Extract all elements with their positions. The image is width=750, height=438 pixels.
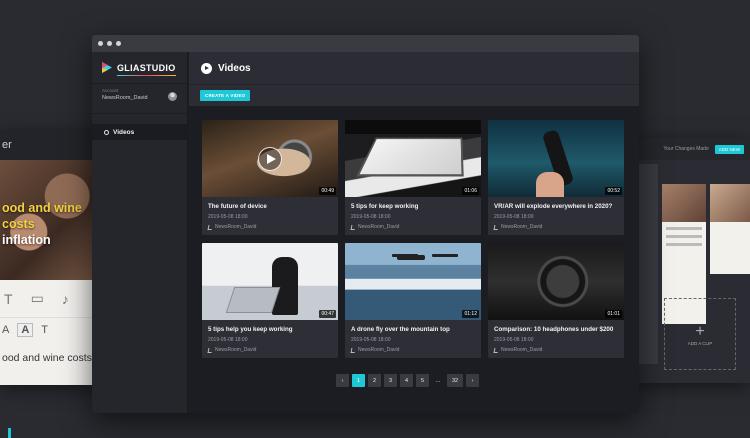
logo[interactable]: GLIASTUDIO <box>92 52 187 84</box>
background-add-clip: + ADD A CLIP <box>664 298 736 370</box>
window-dot-close[interactable] <box>98 41 103 46</box>
background-editor-format-bar: A A T <box>0 318 96 342</box>
video-author: NewsRoom_David <box>207 347 332 353</box>
video-date: 2019-05-08 18:00 <box>351 337 391 343</box>
video-thumbnail[interactable]: 00:52 <box>488 120 624 197</box>
pagination: ‹ 1 2 3 4 5 ... 32 › <box>336 374 479 387</box>
create-video-button[interactable]: CREATE A VIDEO <box>200 90 251 101</box>
video-title[interactable]: VR/AR will explode everywhere in 2020? <box>494 203 618 210</box>
background-storyboard-bar: Your Changes Made ADD NEW <box>634 138 750 160</box>
video-author: NewsRoom_David <box>350 224 475 230</box>
play-button-icon[interactable] <box>258 147 282 171</box>
video-thumbnail[interactable]: 01:12 <box>345 243 481 320</box>
video-thumbnail[interactable]: 00:49 <box>202 120 338 197</box>
video-card[interactable]: 00:47 5 tips help you keep working 2019-… <box>202 243 338 358</box>
pagination-next-button[interactable]: › <box>466 374 479 387</box>
video-date: 2019-05-08 18:00 <box>351 214 391 220</box>
account-name: NewsRoom_David <box>102 95 148 101</box>
video-title[interactable]: A drone fly over the mountain top <box>351 326 475 333</box>
background-storyboard-card <box>710 184 750 274</box>
pagination-page-4[interactable]: 4 <box>400 374 413 387</box>
background-editor-image: ood and wine costs inflation <box>0 160 96 280</box>
pagination-page-5[interactable]: 5 <box>416 374 429 387</box>
video-thumbnail[interactable]: 00:47 <box>202 243 338 320</box>
eye-icon <box>104 129 109 135</box>
background-add-new-button: ADD NEW <box>714 144 744 154</box>
video-duration: 00:52 <box>605 187 622 195</box>
video-title[interactable]: Comparison: 10 headphones under $200 <box>494 326 618 333</box>
video-thumbnail[interactable]: 01:01 <box>488 243 624 320</box>
video-date: 2019-05-08 18:00 <box>494 214 534 220</box>
window-titlebar <box>92 35 639 52</box>
font-size-small-icon: A <box>17 323 34 337</box>
background-editor-headline: ood and wine costs inflation <box>2 201 82 247</box>
background-editor-title: er <box>2 139 12 151</box>
pagination-page-2[interactable]: 2 <box>368 374 381 387</box>
video-duration: 00:49 <box>319 187 336 195</box>
avatar[interactable] <box>168 92 177 101</box>
text-tool-icon: T <box>4 290 13 307</box>
video-duration: 01:01 <box>605 310 622 318</box>
gliastudio-logo-icon <box>102 62 112 73</box>
sidebar: GLIASTUDIO Account NewsRoom_David Videos <box>92 52 188 413</box>
pagination-page-last[interactable]: 32 <box>447 374 463 387</box>
window-dot-maximize[interactable] <box>116 41 121 46</box>
account-label: Account <box>102 88 119 93</box>
author-icon <box>207 347 213 353</box>
main-panel: Videos CREATE A VIDEO 00:49 The future o… <box>189 52 639 413</box>
background-editor-toolbar: T ▭ ♪ <box>0 280 96 318</box>
pagination-page-1[interactable]: 1 <box>352 374 365 387</box>
video-card[interactable]: 01:12 A drone fly over the mountain top … <box>345 243 481 358</box>
app-window: GLIASTUDIO Account NewsRoom_David Videos… <box>92 35 639 413</box>
font-size-tiny-icon: T <box>41 324 49 336</box>
author-icon <box>493 347 499 353</box>
font-size-large-icon: A <box>2 324 10 336</box>
toolbar: CREATE A VIDEO <box>189 84 639 106</box>
author-icon <box>350 347 356 353</box>
video-date: 2019-05-08 18:00 <box>208 337 248 343</box>
video-card[interactable]: 01:01 Comparison: 10 headphones under $2… <box>488 243 624 358</box>
background-storyboard-window: Your Changes Made ADD NEW + ADD A CLIP <box>634 138 750 383</box>
video-date: 2019-05-08 18:00 <box>494 337 534 343</box>
video-grid: 00:49 The future of device 2019-05-08 18… <box>202 120 624 358</box>
pagination-ellipsis: ... <box>435 377 441 384</box>
video-title[interactable]: 5 tips help you keep working <box>208 326 332 333</box>
author-icon <box>207 224 213 230</box>
mic-tool-icon: ♪ <box>61 290 69 307</box>
video-thumbnail[interactable]: 01:06 <box>345 120 481 197</box>
account-switcher[interactable]: Account NewsRoom_David <box>92 84 187 114</box>
video-card[interactable]: 01:06 5 tips for keep working 2019-05-08… <box>345 120 481 235</box>
sidebar-item-videos[interactable]: Videos <box>92 124 187 140</box>
video-title[interactable]: 5 tips for keep working <box>351 203 475 210</box>
video-card[interactable]: 00:49 The future of device 2019-05-08 18… <box>202 120 338 235</box>
page-header: Videos <box>189 52 639 84</box>
video-duration: 01:06 <box>462 187 479 195</box>
video-author: NewsRoom_David <box>493 347 618 353</box>
background-editor-body: ood and wine costs push <box>2 352 96 364</box>
decorative-logo-fragment <box>8 428 18 438</box>
background-editor-titlebar: er <box>0 130 96 160</box>
video-author: NewsRoom_David <box>207 224 332 230</box>
play-circle-icon <box>201 62 212 74</box>
video-title[interactable]: The future of device <box>208 203 332 210</box>
video-author: NewsRoom_David <box>493 224 618 230</box>
background-storyboard-column <box>638 164 658 364</box>
logo-text: GLIASTUDIO <box>117 62 176 76</box>
video-author: NewsRoom_David <box>350 347 475 353</box>
video-duration: 01:12 <box>462 310 479 318</box>
video-card[interactable]: 00:52 VR/AR will explode everywhere in 2… <box>488 120 624 235</box>
plus-icon: + <box>695 323 705 340</box>
background-storyboard-status: Your Changes Made <box>663 146 709 152</box>
author-icon <box>493 224 499 230</box>
window-dot-minimize[interactable] <box>107 41 112 46</box>
sidebar-item-label: Videos <box>113 128 135 136</box>
video-date: 2019-05-08 18:00 <box>208 214 248 220</box>
author-icon <box>350 224 356 230</box>
pagination-prev-button[interactable]: ‹ <box>336 374 349 387</box>
pagination-page-3[interactable]: 3 <box>384 374 397 387</box>
video-duration: 00:47 <box>319 310 336 318</box>
image-tool-icon: ▭ <box>30 290 44 306</box>
page-title: Videos <box>218 62 251 74</box>
background-editor-window: er ood and wine costs inflation T ▭ ♪ A … <box>0 130 96 385</box>
